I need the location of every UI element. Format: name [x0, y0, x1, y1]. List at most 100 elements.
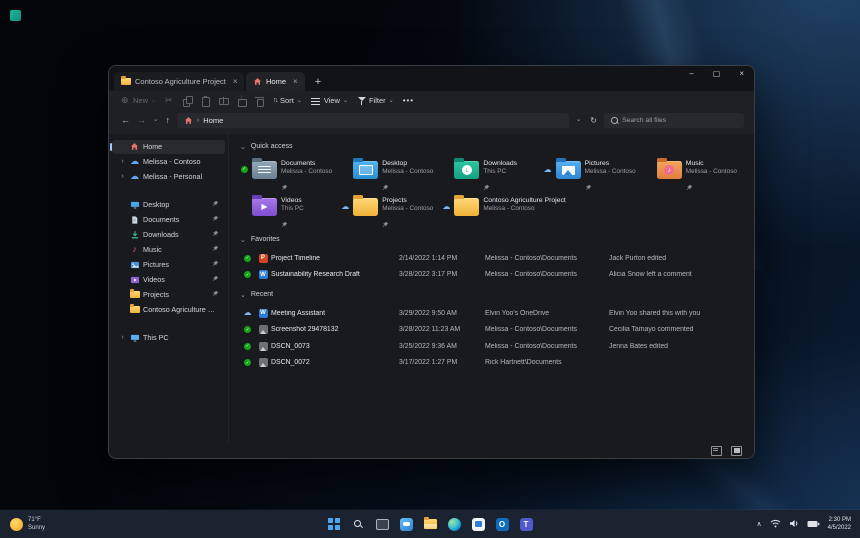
quick-access-tile[interactable]: ↓ Downloads This PC — [442, 157, 543, 191]
taskbar-clock[interactable]: 2:30 PM 4/5/2022 — [828, 516, 851, 532]
tab-label: Contoso Agriculture Project — [135, 77, 226, 86]
search-icon[interactable] — [351, 517, 366, 532]
battery-icon[interactable] — [807, 515, 820, 533]
recent-row[interactable]: ✓ Screenshot 29478132 3/28/2022 11:23 AM… — [240, 322, 746, 339]
pin-icon — [212, 200, 219, 209]
taskbar: 71°F Sunny O T ∧ 2:30 PM 4/5/2022 — [0, 510, 860, 538]
paste-icon[interactable] — [201, 95, 211, 107]
minimize-button[interactable]: – — [689, 70, 693, 78]
chevron-right-icon[interactable]: › — [119, 334, 126, 341]
chevron-right-icon[interactable]: › — [119, 158, 126, 165]
section-favorites[interactable]: ⌄ Favorites — [240, 234, 746, 245]
recent-locations-icon[interactable]: ⌄ — [153, 117, 158, 124]
pictures-folder-icon — [555, 158, 581, 179]
wifi-icon[interactable] — [770, 515, 781, 533]
search-box[interactable] — [604, 113, 744, 128]
view-button[interactable]: View ⌄ — [310, 96, 348, 105]
desktop-shortcut-icon[interactable] — [10, 10, 21, 21]
start-icon[interactable] — [327, 517, 342, 532]
close-button[interactable]: × — [739, 70, 744, 78]
sidebar-item-this-pc[interactable]: › This PC — [112, 331, 225, 345]
details-view-toggle-icon[interactable] — [711, 445, 722, 456]
sidebar-item-contoso-agriculture-project[interactable]: Contoso Agriculture Project — [112, 303, 225, 317]
section-quick-access[interactable]: ⌄ Quick access — [240, 141, 746, 152]
quick-access-tile[interactable]: ☁ Contoso Agriculture Project Melissa - … — [442, 194, 644, 225]
section-recent[interactable]: ⌄ Recent — [240, 289, 746, 300]
weather-widget[interactable]: 71°F Sunny — [10, 516, 45, 532]
rename-icon[interactable] — [219, 96, 230, 105]
music-folder-icon: ♪ — [656, 158, 682, 179]
recent-row[interactable]: ✓ DSCN_0073 3/25/2022 9:36 AM Melissa - … — [240, 338, 746, 355]
delete-icon[interactable] — [255, 96, 265, 107]
quick-access-tile[interactable]: Desktop Melissa - Contoso — [341, 157, 442, 191]
quick-access-tile[interactable]: ▶ Videos This PC — [240, 194, 341, 228]
maximize-button[interactable]: ▢ — [713, 70, 721, 78]
share-icon[interactable] — [237, 94, 247, 107]
synced-status-icon: ✓ — [244, 359, 251, 367]
address-dropdown-icon[interactable]: ⌄ — [576, 117, 581, 124]
quick-access-tile[interactable]: ♪ Music Melissa - Contoso — [645, 157, 746, 191]
edge-icon[interactable] — [447, 517, 462, 532]
store-icon[interactable] — [471, 517, 486, 532]
filter-button[interactable]: Filter ⌄ — [357, 96, 394, 105]
sidebar-item-melissa-personal[interactable]: › ☁ Melissa - Personal — [112, 170, 225, 184]
favorites-row[interactable]: ✓ W Sustainability Research Draft 3/28/2… — [240, 267, 746, 284]
large-icons-view-toggle-icon[interactable] — [731, 445, 742, 456]
powerpoint-file-icon: P — [258, 253, 268, 263]
sidebar-item-home[interactable]: Home — [110, 139, 225, 154]
chat-icon[interactable] — [399, 517, 414, 532]
refresh-icon[interactable]: ↻ — [590, 116, 597, 125]
chevron-right-icon[interactable]: › — [119, 173, 126, 180]
new-tab-button[interactable]: + — [315, 76, 321, 88]
outlook-icon[interactable]: O — [495, 517, 510, 532]
recent-row[interactable]: ☁ W Meeting Assistant 3/29/2022 9:50 AM … — [240, 305, 746, 322]
forward-button[interactable]: → — [137, 116, 146, 125]
breadcrumb[interactable]: › Home — [176, 113, 569, 128]
chevron-down-icon: ⌄ — [296, 98, 302, 104]
tab-close-icon[interactable]: × — [233, 77, 238, 86]
sidebar-item-music[interactable]: ♪ Music — [112, 243, 225, 257]
quick-access-tile[interactable]: ✓ Documents Melissa - Contoso — [240, 157, 341, 191]
file-explorer-icon[interactable] — [423, 516, 438, 532]
chevron-down-icon: ⌄ — [388, 98, 394, 104]
sidebar-item-projects[interactable]: Projects — [112, 288, 225, 302]
breadcrumb-separator: › — [196, 117, 200, 124]
chevron-up-icon[interactable]: ∧ — [757, 520, 762, 528]
more-button[interactable]: ••• — [403, 96, 414, 105]
sidebar-item-melissa-contoso[interactable]: › ☁ Melissa - Contoso — [112, 155, 225, 169]
tab-contoso-agriculture-project[interactable]: Contoso Agriculture Project × — [114, 72, 244, 91]
sort-button[interactable]: ↑↓ Sort ⌄ — [273, 96, 302, 105]
back-button[interactable]: ← — [121, 116, 130, 125]
cloud-status-icon: ☁ — [442, 202, 451, 211]
sun-icon — [10, 517, 23, 531]
sidebar-item-downloads[interactable]: Downloads — [112, 228, 225, 242]
task-view-icon[interactable] — [375, 517, 390, 532]
new-button[interactable]: ⊕ New ⌄ — [121, 96, 156, 106]
sidebar-item-videos[interactable]: Videos — [112, 273, 225, 287]
command-bar: ⊕ New ⌄ ✂ ↑↓ Sort ⌄ — [109, 91, 754, 110]
image-file-icon — [258, 341, 268, 351]
chevron-down-icon: ⌄ — [240, 143, 246, 151]
volume-icon[interactable] — [789, 515, 799, 533]
quick-access-tile[interactable]: ☁ Projects Melissa - Contoso — [341, 194, 442, 228]
quick-access-tile[interactable]: ☁ Pictures Melissa - Contoso — [544, 157, 645, 191]
teams-icon[interactable]: T — [519, 517, 534, 532]
more-icon: ••• — [402, 96, 415, 105]
breadcrumb-segment[interactable]: Home — [203, 116, 223, 125]
tab-home[interactable]: Home × — [246, 72, 305, 91]
pin-icon — [382, 214, 433, 228]
cut-icon[interactable]: ✂ — [165, 96, 174, 105]
search-input[interactable] — [622, 117, 737, 124]
copy-icon[interactable] — [183, 96, 193, 107]
recent-row[interactable]: ✓ DSCN_0072 3/17/2022 1:27 PM Rick Hartn… — [240, 355, 746, 372]
pin-icon — [585, 177, 636, 191]
sidebar-item-pictures[interactable]: Pictures — [112, 258, 225, 272]
up-button[interactable]: ↑ — [165, 116, 170, 125]
favorites-row[interactable]: ✓ P Project Timeline 2/14/2022 1:14 PM M… — [240, 250, 746, 267]
sidebar-item-desktop[interactable]: Desktop — [112, 198, 225, 212]
sidebar-item-documents[interactable]: Documents — [112, 213, 225, 227]
folder-icon — [129, 289, 140, 298]
tab-close-icon[interactable]: × — [293, 77, 298, 86]
pin-icon — [212, 275, 219, 284]
filter-icon — [357, 96, 366, 105]
